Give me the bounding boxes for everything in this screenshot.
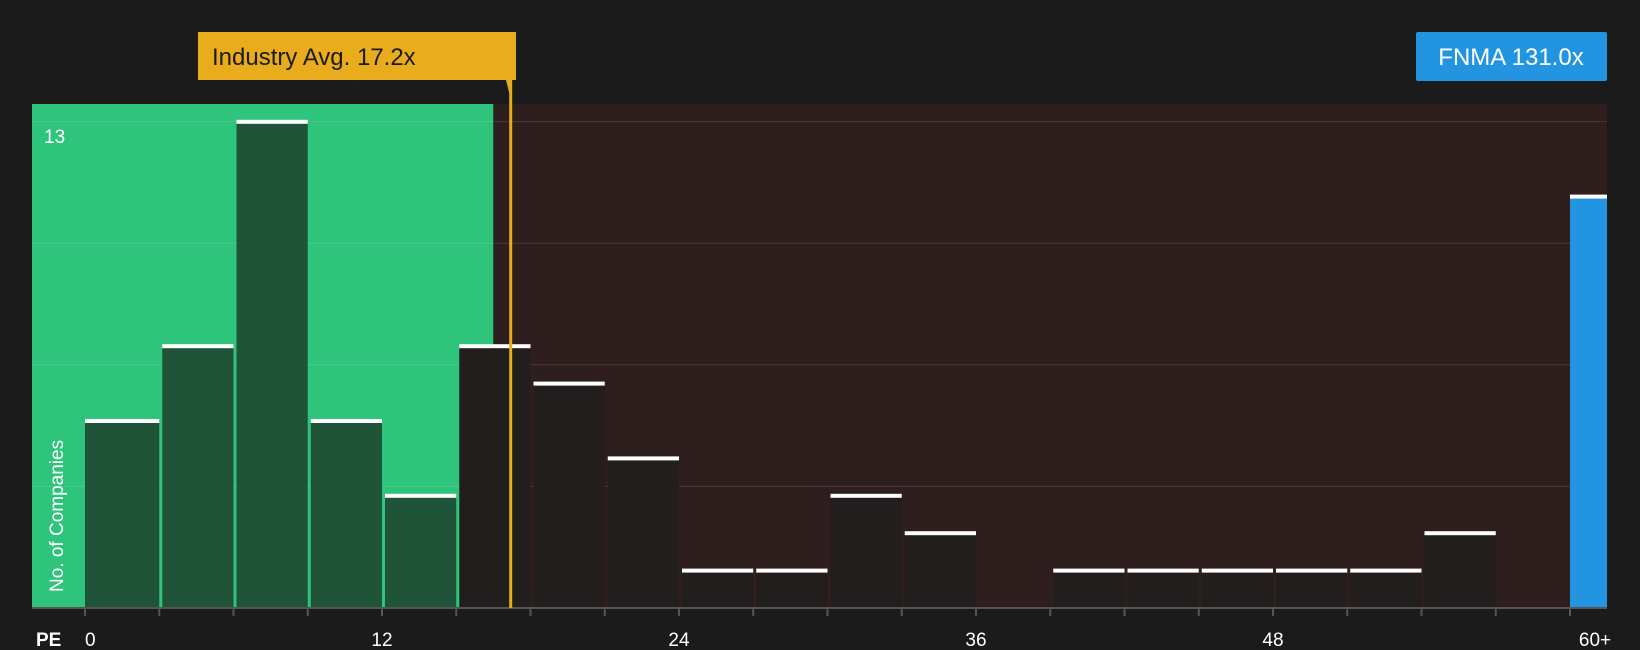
bar-cap-18 [1424,531,1496,536]
company-bar-cap [1570,194,1607,199]
bar-cap-1 [162,344,234,349]
industry-avg-label: Industry Avg. 17.2x [212,44,416,71]
bar-cap-14 [1127,568,1199,573]
bar-3 [310,421,382,608]
bar-11 [904,533,976,608]
bar-10 [830,495,902,608]
bar-cap-2 [236,119,308,124]
bar-cap-16 [1276,568,1348,573]
bar-4 [385,495,457,608]
company-label: FNMA 131.0x [1438,44,1583,71]
bar-18 [1424,533,1496,608]
bar-cap-11 [904,531,976,536]
x-axis-label: PE [36,630,61,650]
bar-5 [459,346,531,608]
x-tick-label-12: 12 [371,630,392,650]
bar-16 [1276,570,1348,608]
bar-2 [236,121,308,609]
bar-cap-8 [682,568,754,573]
bar-cap-0 [85,419,160,423]
bar-0 [85,421,160,608]
y-top-tick-label: 13 [44,127,65,148]
bar-15 [1201,570,1273,608]
bar-13 [1053,570,1125,608]
bar-cap-15 [1201,568,1273,573]
bar-cap-7 [607,456,679,461]
y-axis-label: No. of Companies [47,440,68,592]
x-tick-label-60+: 60+ [1579,630,1611,650]
bar-14 [1127,570,1199,608]
pe-distribution-chart: 0 12 24 36 48 60+ PE 13 No. of Companies Industr… [0,0,1640,650]
x-tick-label-36: 36 [965,630,986,650]
bar-cap-4 [385,493,457,498]
bar-cap-9 [756,568,828,573]
bar-17 [1350,570,1422,608]
bar-cap-10 [830,493,902,498]
bar-1 [162,346,234,608]
bar-8 [682,570,754,608]
bar-cap-17 [1350,568,1422,573]
x-tick-label-24: 24 [668,630,690,650]
bar-cap-13 [1053,568,1125,573]
bar-cap-5 [459,344,531,349]
company-bar [1570,196,1607,608]
bar-7 [607,458,679,608]
x-tick-label-48: 48 [1262,630,1283,650]
bar-9 [756,570,828,608]
bar-cap-3 [310,419,382,423]
bar-cap-6 [533,381,605,386]
bar-6 [533,383,605,608]
x-tick-label-0: 0 [85,630,96,650]
